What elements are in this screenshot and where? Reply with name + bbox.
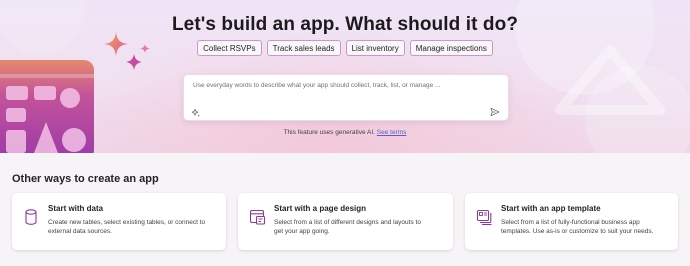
- card-description-line: templates. Use as-is or customize to sui…: [501, 228, 654, 235]
- card-description: Select from a list of fully-functional b…: [501, 218, 653, 236]
- start-with-app-template-card[interactable]: Start with an app template Select from a…: [465, 193, 678, 250]
- see-terms-link[interactable]: See terms: [377, 129, 407, 136]
- card-title: Start with data: [48, 204, 104, 213]
- card-description-line: Select from a list of different designs …: [274, 219, 421, 226]
- start-with-data-card[interactable]: Start with data Create new tables, selec…: [12, 193, 226, 250]
- chip-list-inventory[interactable]: List inventory: [345, 40, 405, 56]
- card-title: Start with an app template: [501, 204, 601, 213]
- ai-disclaimer: This feature uses generative AI. See ter…: [0, 129, 690, 136]
- suggestion-chips: Collect RSVPs Track sales leads List inv…: [0, 40, 690, 56]
- start-with-page-design-card[interactable]: Start with a page design Select from a l…: [238, 193, 453, 250]
- ai-disclaimer-text: This feature uses generative AI.: [283, 129, 375, 136]
- database-icon: [25, 209, 37, 225]
- copilot-sparkle-icon[interactable]: [191, 108, 201, 118]
- card-description-line: Select from a list of fully-functional b…: [501, 219, 640, 226]
- chip-collect-rsvps[interactable]: Collect RSVPs: [197, 40, 262, 56]
- page-design-icon: [249, 209, 265, 225]
- section-title: Other ways to create an app: [12, 173, 159, 185]
- prompt-placeholder[interactable]: Use everyday words to describe what your…: [193, 82, 440, 89]
- card-description-line: external data sources.: [48, 228, 112, 235]
- chip-manage-inspections[interactable]: Manage inspections: [409, 40, 493, 56]
- card-title: Start with a page design: [274, 204, 367, 213]
- page-title: Let's build an app. What should it do?: [171, 14, 519, 35]
- card-description-line: Create new tables, select existing table…: [48, 219, 206, 226]
- app-illustration: [0, 60, 94, 153]
- chip-track-sales-leads[interactable]: Track sales leads: [266, 40, 341, 56]
- send-icon[interactable]: [490, 107, 500, 117]
- card-description: Create new tables, select existing table…: [48, 218, 205, 236]
- card-description-line: get your app going.: [274, 228, 330, 235]
- hero-banner: Let's build an app. What should it do? C…: [0, 0, 690, 153]
- app-description-input[interactable]: Use everyday words to describe what your…: [183, 74, 509, 121]
- app-template-icon: [476, 209, 492, 226]
- card-description: Select from a list of different designs …: [274, 218, 421, 236]
